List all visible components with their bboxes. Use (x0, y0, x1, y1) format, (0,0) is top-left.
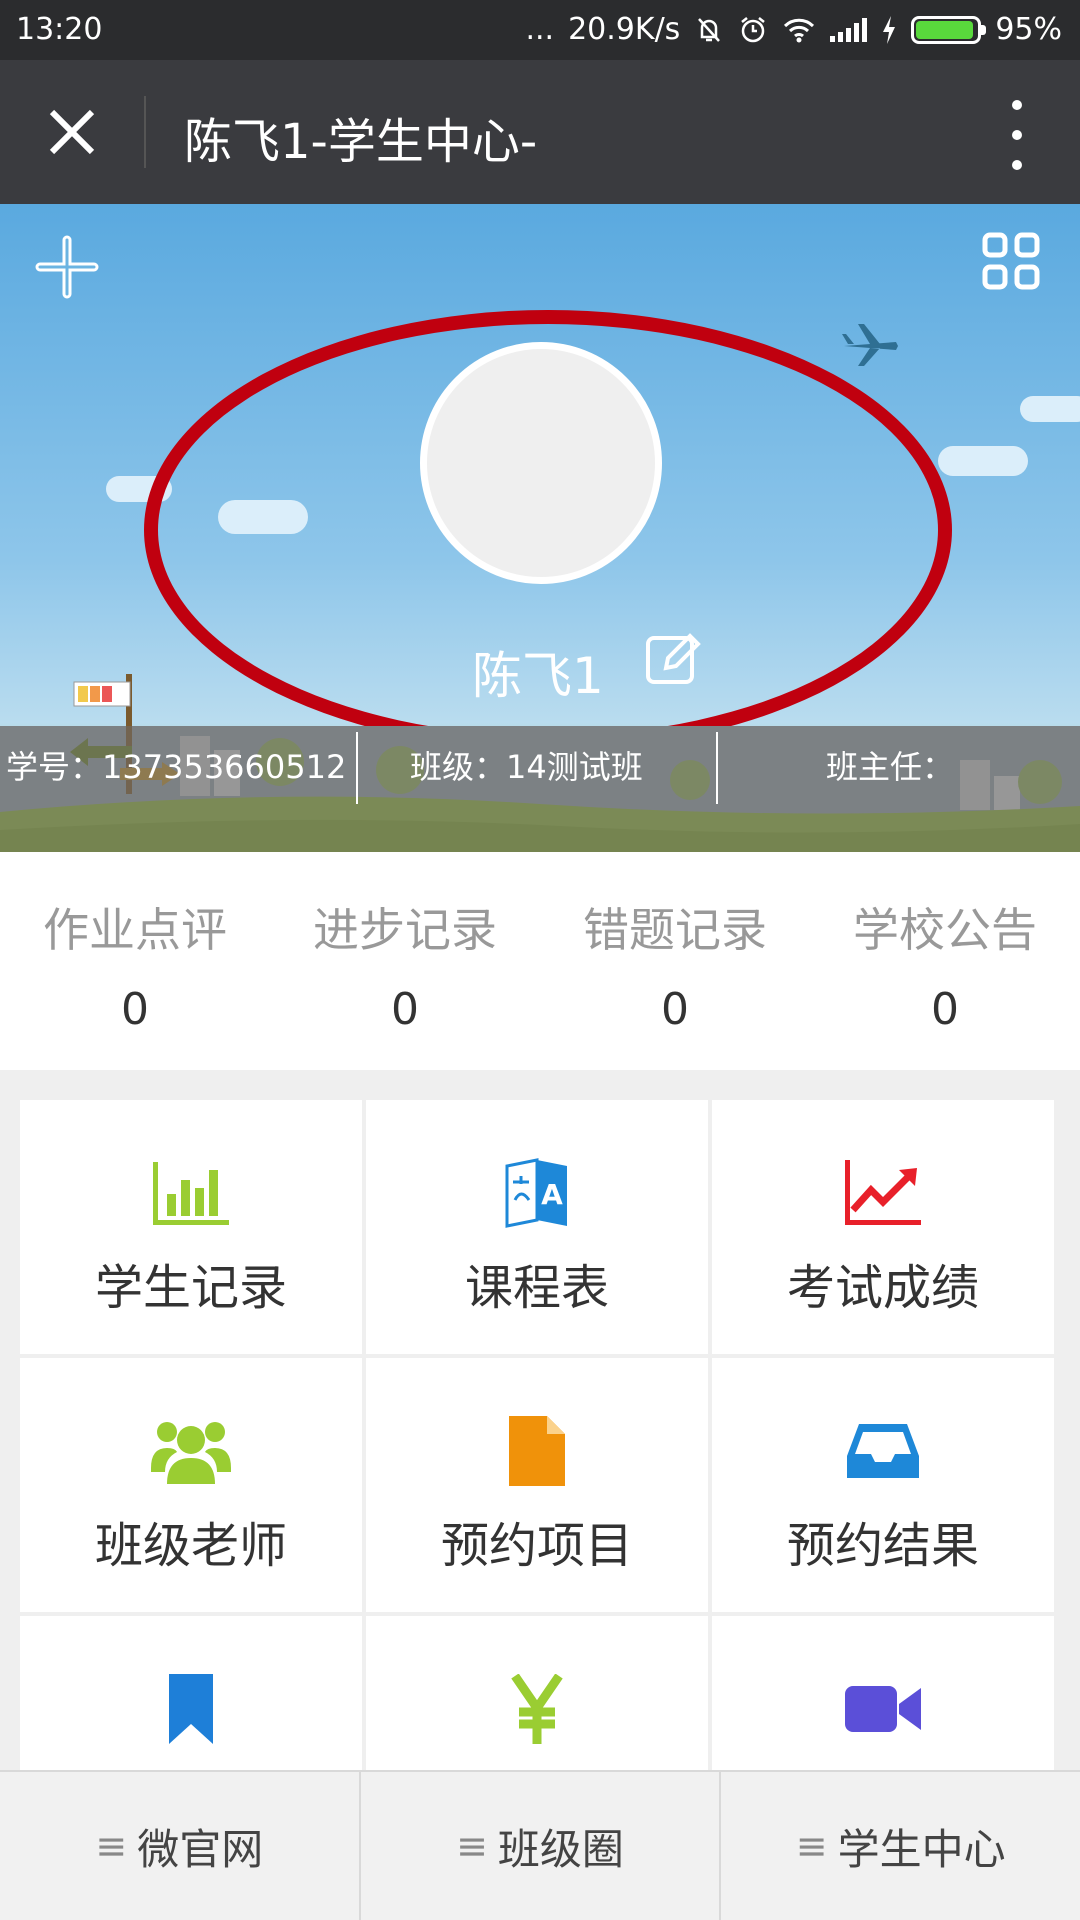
status-dots: ... (525, 12, 555, 47)
more-dot (1012, 130, 1022, 140)
battery-fill (916, 20, 974, 39)
stats-row: 作业点评 0 进步记录 0 错题记录 0 学校公告 0 (0, 852, 1080, 1070)
bookmark-icon (169, 1674, 213, 1744)
menu-label: 班级老师 (94, 1518, 287, 1574)
menu-appointment-items[interactable]: 预约项目 (366, 1358, 708, 1612)
stat-value: 0 (931, 984, 959, 1035)
grid-menu-icon[interactable] (982, 232, 1040, 290)
nav-tab-label: 班级圈 (497, 1824, 624, 1874)
menu-label: 课程表 (464, 1260, 609, 1316)
status-indicators: ... 20.9K/s 95% (525, 12, 1062, 47)
yen-icon (511, 1674, 563, 1744)
bar-chart-icon (153, 1162, 229, 1225)
edit-icon[interactable] (642, 628, 702, 688)
alarm-icon (741, 16, 766, 42)
student-id-field: 学号：137353660512 (6, 742, 346, 788)
cloud-decoration (938, 446, 1028, 476)
stat-homework-review[interactable]: 作业点评 0 (0, 852, 270, 1070)
status-time: 13:20 (16, 12, 103, 47)
menu-label: 预约项目 (440, 1518, 633, 1574)
status-bar: 13:20 ... 20.9K/s 95% (0, 0, 1080, 60)
menu-label: 学生记录 (94, 1260, 287, 1316)
stat-value: 0 (391, 984, 419, 1035)
more-dot (1012, 160, 1022, 170)
head-teacher-label: 班主任： (826, 748, 955, 786)
signal-icon (830, 17, 868, 42)
student-id-label: 学号： (6, 748, 103, 786)
info-divider (716, 732, 718, 804)
wifi-icon (784, 18, 815, 42)
nav-tab-label: 微官网 (137, 1824, 264, 1874)
menu-class-teachers[interactable]: 班级老师 (20, 1358, 362, 1612)
menu-appointment-results[interactable]: 预约结果 (712, 1358, 1054, 1612)
stat-label: 作业点评 (43, 903, 227, 957)
title-bar: 陈飞1-学生中心- (0, 60, 1080, 204)
user-name: 陈飞1 (472, 647, 604, 705)
menu-lines-icon: ≡ (456, 1824, 488, 1868)
stat-label: 进步记录 (313, 903, 497, 957)
close-button[interactable] (40, 102, 104, 166)
more-dot (1012, 100, 1022, 110)
menu-label: 预约结果 (786, 1518, 979, 1574)
battery-percent: 95% (995, 12, 1062, 47)
class-field: 班级：14测试班 (410, 742, 643, 788)
network-speed: 20.9K/s (568, 12, 681, 47)
stat-error-record[interactable]: 错题记录 0 (540, 852, 810, 1070)
class-value: 14测试班 (506, 748, 643, 786)
nav-tab-micro-site[interactable]: ≡ 微官网 (0, 1772, 361, 1920)
profile-header: 陈飞1 学号：137353660512 班级：14测试班 班主任： (0, 204, 1080, 852)
stat-label: 学校公告 (853, 903, 1037, 957)
trend-up-icon (845, 1160, 921, 1225)
nav-tab-label: 学生中心 (837, 1824, 1006, 1874)
airplane-icon (842, 324, 898, 366)
title-divider (144, 96, 146, 168)
close-icon (49, 109, 95, 155)
menu-exam-scores[interactable]: 考试成绩 (712, 1100, 1054, 1354)
menu-lines-icon: ≡ (795, 1824, 828, 1868)
cloud-decoration (1020, 396, 1080, 422)
users-icon (151, 1422, 231, 1484)
mute-bell-icon (698, 17, 721, 42)
video-icon (845, 1686, 921, 1732)
stat-value: 0 (661, 984, 689, 1035)
menu-student-records[interactable]: 学生记录 (20, 1100, 362, 1354)
class-label: 班级： (410, 748, 507, 786)
inbox-icon (847, 1424, 919, 1478)
more-menu-button[interactable] (1002, 100, 1032, 170)
menu-label: 考试成绩 (786, 1260, 979, 1316)
charging-icon (883, 15, 896, 44)
stat-progress-record[interactable]: 进步记录 0 (270, 852, 540, 1070)
page-title: 陈飞1-学生中心- (184, 114, 538, 170)
bottom-nav: ≡ 微官网 ≡ 班级圈 ≡ 学生中心 (0, 1770, 1080, 1920)
feature-grid: 学生记录 A 课程表 考试成绩 班级老师 预约项目 预约结果 (20, 1100, 1054, 1870)
svg-text:A: A (541, 1178, 563, 1211)
student-id-value: 137353660512 (102, 748, 347, 786)
menu-lines-icon: ≡ (95, 1824, 128, 1868)
stat-school-notice[interactable]: 学校公告 0 (810, 852, 1080, 1070)
translate-icon: A (505, 1158, 567, 1228)
stat-label: 错题记录 (583, 903, 767, 957)
file-icon (509, 1416, 565, 1486)
info-divider (356, 732, 358, 804)
nav-tab-class-circle[interactable]: ≡ 班级圈 (361, 1772, 722, 1920)
menu-timetable[interactable]: A 课程表 (366, 1100, 708, 1354)
add-icon[interactable] (34, 234, 100, 300)
stat-value: 0 (121, 984, 149, 1035)
student-info-bar: 学号：137353660512 班级：14测试班 班主任： (0, 732, 1080, 804)
battery-icon (911, 15, 987, 44)
nav-tab-student-center[interactable]: ≡ 学生中心 (721, 1772, 1080, 1920)
